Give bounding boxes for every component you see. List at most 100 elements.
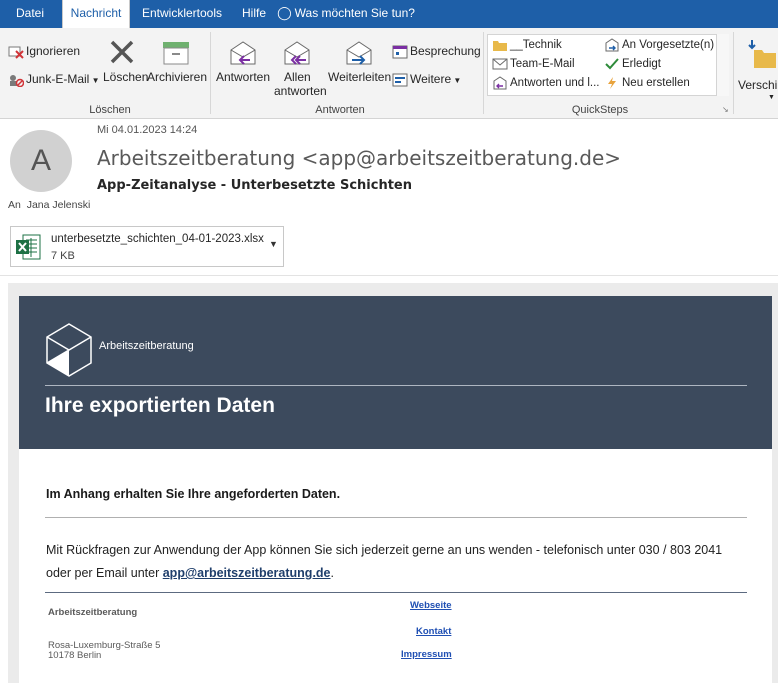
ignore-icon (8, 46, 24, 59)
email-contact-prefix: oder per Email unter (46, 566, 163, 580)
quickstep-technik-label: __Technik (510, 39, 562, 52)
delete-button[interactable]: Löschen (103, 36, 148, 106)
attachment-name: unterbesetzte_schichten_04-01-2023.xlsx (51, 233, 264, 245)
more-respond-icon (392, 73, 408, 87)
envelope-icon (492, 58, 508, 70)
chevron-down-icon: ▼ (89, 76, 100, 85)
quickstep-technik[interactable]: __Technik (492, 38, 562, 52)
forward-icon (346, 41, 372, 65)
recipient-line: An Jana Jelenski (8, 199, 90, 211)
quickstep-team-email-label: Team-E-Mail (510, 58, 575, 71)
reply-all-button[interactable]: Allen antworten (274, 36, 327, 106)
quickstep-create-new-label: Neu erstellen (622, 77, 690, 90)
lightning-icon (608, 77, 616, 89)
junk-email-icon (10, 74, 24, 87)
group-label-quicksteps: QuickSteps (571, 104, 629, 116)
calendar-icon (392, 45, 408, 59)
header-divider (0, 275, 778, 276)
chevron-down-icon: ▼ (768, 94, 775, 101)
reply-icon (230, 41, 256, 65)
quickstep-reply-delete-label: Antworten und l... (510, 77, 600, 90)
ribbon-divider (210, 32, 211, 114)
brand-name: Arbeitszeitberatung (99, 340, 194, 352)
footer-link-webseite[interactable]: Webseite (410, 600, 452, 611)
quicksteps-scrollbar[interactable] (716, 34, 729, 96)
meeting-label: Besprechung (410, 44, 481, 58)
quickstep-reply-delete[interactable]: Antworten und l... (492, 76, 600, 90)
tab-hilfe[interactable]: Hilfe (236, 0, 272, 28)
reply-button[interactable]: Antworten (216, 36, 270, 106)
footer-address-city: 10178 Berlin (48, 650, 102, 661)
arbeitszeitberatung-logo-icon (46, 323, 92, 377)
attachment-dropdown-icon[interactable]: ▼ (269, 239, 278, 249)
dialog-launcher-icon[interactable]: ↘ (722, 105, 729, 114)
ignore-label: Ignorieren (26, 44, 81, 58)
reply-all-label-1: Allen (284, 70, 311, 84)
junk-email-label: Junk-E-Mail (26, 72, 90, 86)
tab-datei[interactable]: Datei (10, 0, 50, 28)
tab-nachricht[interactable]: Nachricht (62, 0, 130, 29)
forward-label: Weiterleiten (328, 70, 392, 84)
ignore-button[interactable]: Ignorieren (8, 44, 80, 59)
message-subject: App-Zeitanalyse - Unterbesetzte Schichte… (97, 178, 413, 193)
ribbon: Ignorieren Junk-E-Mail ▼ Löschen Archivi… (0, 28, 778, 119)
message-date: Mi 04.01.2023 14:24 (97, 124, 198, 136)
tell-me-label: Was möchten Sie tun? (294, 6, 415, 20)
forward-icon (605, 38, 619, 52)
footer-divider (45, 592, 747, 593)
move-label: Verschi (738, 78, 778, 92)
excel-file-icon (16, 234, 41, 260)
footer-link-kontakt[interactable]: Kontakt (416, 626, 451, 637)
ribbon-tab-bar: Datei Nachricht Entwicklertools Hilfe ◯ W… (0, 0, 778, 29)
attachment-size: 7 KB (51, 250, 75, 262)
sender-name[interactable]: Arbeitszeitberatung <app@arbeitszeitbera… (97, 146, 621, 170)
more-respond-button[interactable]: Weitere ▼ (392, 72, 461, 87)
contact-email-link[interactable]: app@arbeitszeitberatung.de (163, 566, 331, 580)
quickstep-create-new[interactable]: Neu erstellen (604, 76, 690, 90)
sender-avatar: A (10, 130, 72, 192)
email-contact-suffix: . (330, 566, 334, 580)
meeting-button[interactable]: Besprechung (392, 44, 481, 59)
quickstep-done[interactable]: Erledigt (604, 57, 661, 71)
move-folder-icon (748, 40, 776, 68)
intro-text: Im Anhang erhalten Sie Ihre angeforderte… (46, 487, 341, 501)
tab-entwicklertools[interactable]: Entwicklertools (134, 0, 230, 28)
lightbulb-icon: ◯ (277, 5, 292, 20)
chevron-down-icon: ▼ (451, 76, 462, 85)
move-button[interactable]: Verschi ▼ (738, 36, 778, 106)
footer-company: Arbeitszeitberatung (48, 607, 138, 618)
ribbon-divider (733, 32, 734, 114)
to-label: An (8, 199, 21, 211)
archive-icon (163, 42, 189, 65)
quickstep-done-label: Erledigt (622, 58, 661, 71)
delete-x-icon (110, 40, 134, 64)
archive-button[interactable]: Archivieren (147, 36, 207, 106)
delete-label: Löschen (103, 70, 149, 84)
reply-icon (493, 76, 507, 90)
checkmark-icon (605, 58, 619, 70)
quickstep-team-email[interactable]: Team-E-Mail (492, 57, 575, 71)
group-label-antworten: Antworten (315, 104, 365, 116)
junk-email-button[interactable]: Junk-E-Mail ▼ (8, 72, 100, 87)
quicksteps-gallery: __Technik Team-E-Mail Antworten und l...… (487, 34, 729, 96)
ribbon-divider (483, 32, 484, 114)
tell-me-search[interactable]: ◯ Was möchten Sie tun? (276, 0, 416, 28)
banner-title: Ihre exportierten Daten (45, 394, 275, 417)
recipient-name[interactable]: Jana Jelenski (27, 199, 91, 211)
reply-all-icon (284, 41, 310, 65)
group-label-loeschen: Löschen (89, 104, 131, 116)
reply-label: Antworten (216, 70, 271, 84)
content-divider (45, 517, 747, 518)
reply-all-label-2: antworten (274, 84, 327, 98)
archive-label: Archivieren (147, 70, 208, 84)
quickstep-manager[interactable]: An Vorgesetzte(n) (604, 38, 714, 52)
contact-text: Mit Rückfragen zur Anwendung der App kön… (46, 543, 723, 557)
folder-icon (493, 41, 507, 51)
email-banner (19, 296, 772, 449)
more-respond-label: Weitere (410, 72, 452, 86)
email-contact-text: oder per Email unter app@arbeitszeitbera… (46, 566, 334, 580)
forward-button[interactable]: Weiterleiten (328, 36, 392, 106)
quickstep-manager-label: An Vorgesetzte(n) (622, 39, 715, 52)
footer-link-impressum[interactable]: Impressum (401, 649, 452, 660)
attachment-card[interactable]: unterbesetzte_schichten_04-01-2023.xlsx … (10, 226, 284, 267)
